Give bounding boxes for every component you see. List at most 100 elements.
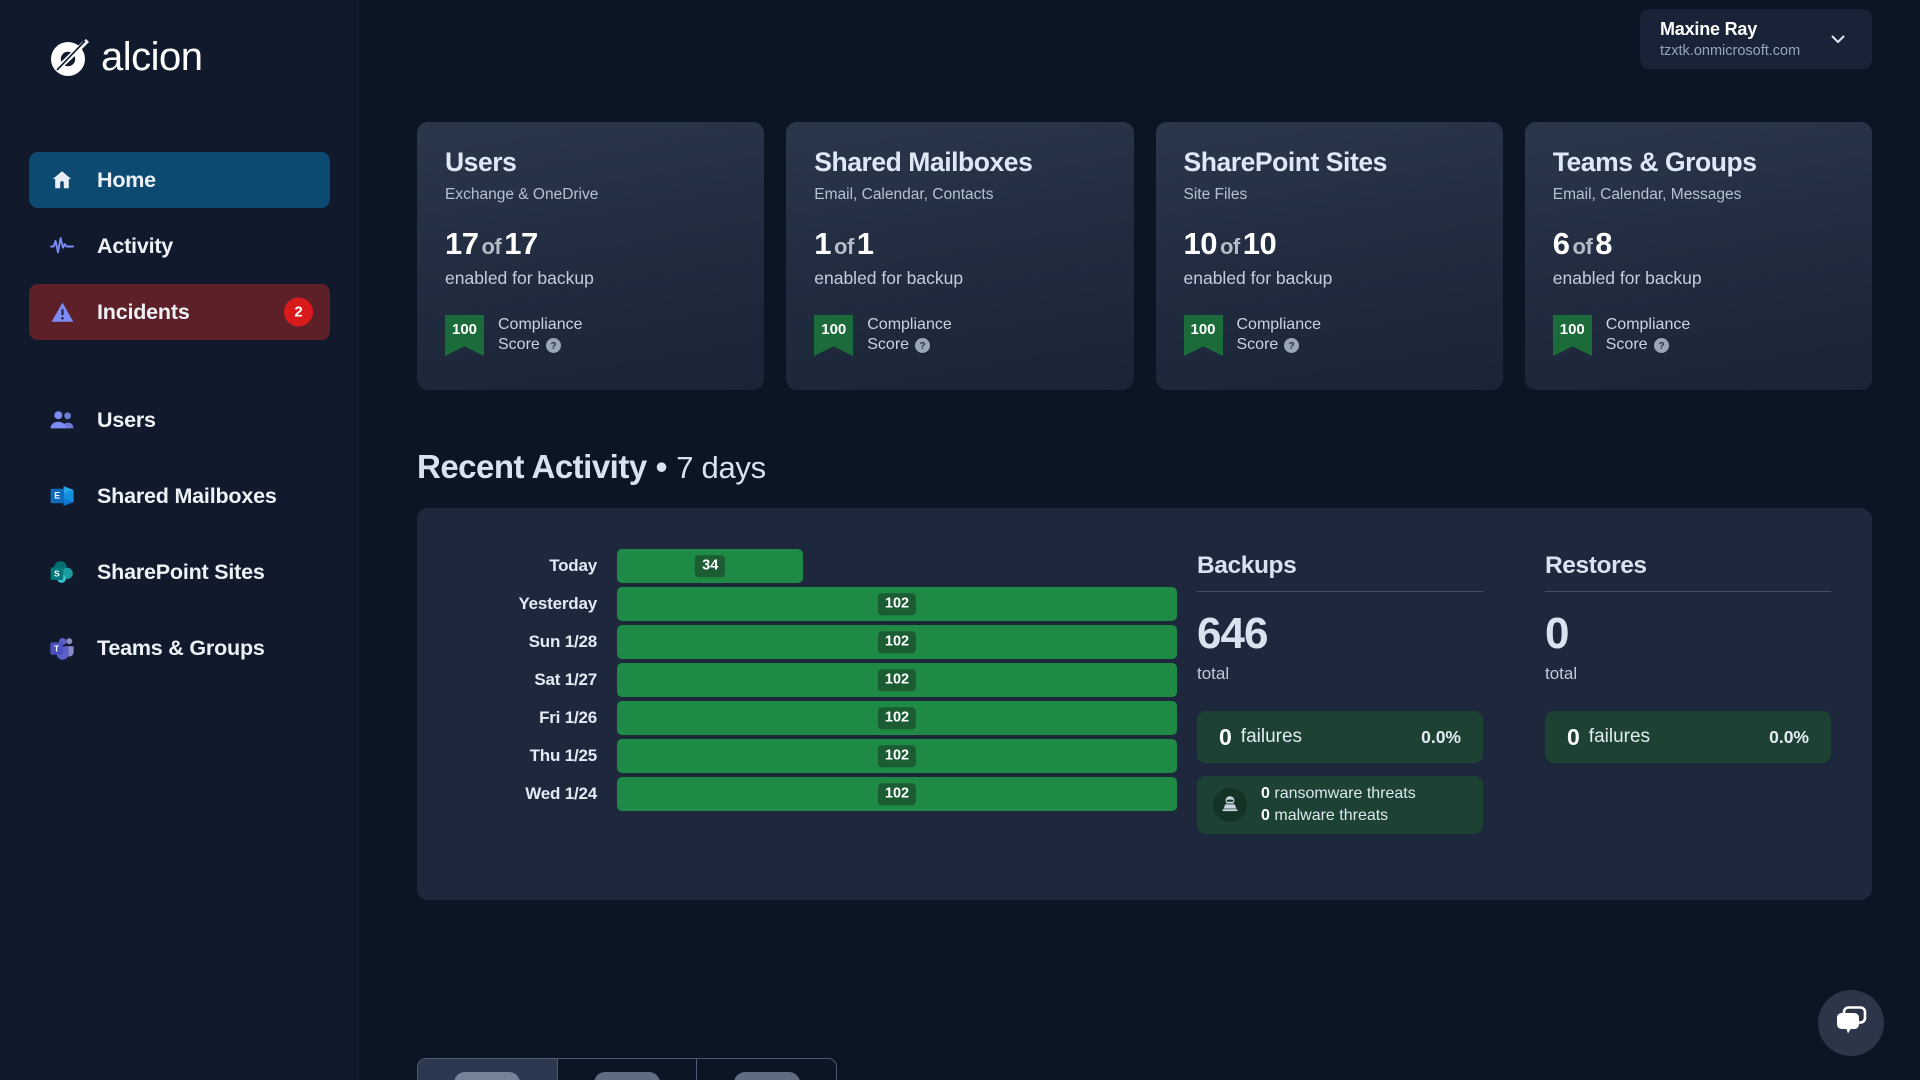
svg-text:E: E <box>54 491 60 501</box>
backups-summary: Backups 646 total 0 failures 0.0% 0 rans… <box>1197 548 1483 900</box>
chart-row[interactable]: Today 34 <box>472 548 1177 585</box>
chart-track: 102 <box>617 739 1177 774</box>
sidebar-item-home[interactable]: Home <box>29 152 330 208</box>
ransomware-threat-line: 0 ransomware threats <box>1261 784 1416 804</box>
account-menu-button[interactable]: Maxine Ray tzxtk.onmicrosoft.com <box>1640 9 1872 69</box>
card-count-enabled: 6 <box>1552 225 1570 261</box>
chart-category-label: Fri 1/26 <box>539 708 597 728</box>
stat-card-teams-groups[interactable]: Teams & Groups Email, Calendar, Messages… <box>1524 122 1872 390</box>
account-info: Maxine Ray tzxtk.onmicrosoft.com <box>1660 19 1800 59</box>
card-title: Shared Mailboxes <box>814 147 1033 177</box>
bottom-tab-3[interactable] <box>697 1059 836 1080</box>
sidebar-item-label: Incidents <box>97 299 190 324</box>
card-title: Users <box>445 147 517 177</box>
recent-activity-title: Recent Activity <box>417 448 647 485</box>
chart-category-label: Sun 1/28 <box>528 632 598 652</box>
sidebar-primary-nav: Home Activity Incidents 2 <box>0 152 359 340</box>
card-count-total: 10 <box>1242 225 1277 261</box>
bottom-tab-pill <box>594 1072 660 1080</box>
sharepoint-icon: S <box>49 559 75 585</box>
backups-title: Backups <box>1197 552 1483 592</box>
chart-row[interactable]: Sat 1/27 102 <box>472 662 1177 699</box>
sidebar-item-users[interactable]: Users <box>29 392 330 448</box>
brand-logo[interactable]: alcion <box>0 0 359 92</box>
restores-failures-box[interactable]: 0 failures 0.0% <box>1545 711 1831 763</box>
chart-row[interactable]: Thu 1/25 102 <box>472 738 1177 775</box>
compliance-ribbon-icon: 100 <box>814 314 854 356</box>
ransomware-label: ransomware threats <box>1274 785 1416 802</box>
compliance-ribbon-icon: 100 <box>445 314 484 356</box>
backups-failures-box[interactable]: 0 failures 0.0% <box>1197 711 1483 763</box>
sidebar-item-label: Teams & Groups <box>97 635 265 660</box>
malware-label: malware threats <box>1274 807 1389 824</box>
stat-card-shared-mailboxes[interactable]: Shared Mailboxes Email, Calendar, Contac… <box>786 122 1134 390</box>
card-title: SharePoint Sites <box>1183 147 1388 177</box>
svg-text:?: ? <box>1658 341 1664 352</box>
stat-card-sharepoint-sites[interactable]: SharePoint Sites Site Files 10 of10 enabl… <box>1155 122 1503 390</box>
sidebar-secondary-nav: Users E Shared Mailboxes S SharePoint Si… <box>0 392 359 676</box>
chart-row[interactable]: Yesterday 102 <box>472 586 1177 623</box>
sidebar-item-teams-groups[interactable]: T Teams & Groups <box>29 620 330 676</box>
chart-value-label: 102 <box>877 669 917 691</box>
card-count: 6 of8 <box>1553 228 1872 259</box>
chart-value-label: 102 <box>877 745 917 767</box>
bottom-segmented-control[interactable] <box>417 1058 837 1080</box>
activity-bar-chart: Today 34 Yesterday 102 Sun 1/28 102 Sat … <box>417 548 1177 900</box>
backups-threats-box[interactable]: 0 ransomware threats 0 malware threats <box>1197 776 1483 834</box>
svg-text:?: ? <box>1289 341 1295 352</box>
exchange-icon: E <box>49 483 75 509</box>
compliance-ribbon-icon: 100 <box>1183 314 1223 356</box>
card-count-enabled: 1 <box>814 225 831 261</box>
card-subtitle: Email, Calendar, Contacts <box>814 185 994 203</box>
sidebar-item-shared-mailboxes[interactable]: E Shared Mailboxes <box>29 468 330 524</box>
compliance-label-line2: Score <box>867 336 910 354</box>
bottom-tab-1[interactable] <box>418 1059 558 1080</box>
chart-row[interactable]: Sun 1/28 102 <box>472 624 1177 661</box>
sidebar-item-label: SharePoint Sites <box>97 559 265 584</box>
help-circle-icon[interactable]: ? <box>1284 338 1300 354</box>
chart-track: 102 <box>617 777 1177 812</box>
restores-total-value: 0 <box>1545 609 1569 658</box>
chart-category-label: Thu 1/25 <box>529 746 598 766</box>
card-count: 17 of17 <box>445 228 764 259</box>
chart-row[interactable]: Fri 1/26 102 <box>472 700 1177 737</box>
compliance-label: Compliance Score ? <box>1606 315 1690 356</box>
restores-title: Restores <box>1545 552 1831 592</box>
restores-failures-count: 0 <box>1567 723 1580 750</box>
chart-category-label: Yesterday <box>518 594 597 614</box>
incidents-count-badge: 2 <box>284 297 313 327</box>
bottom-tab-pill <box>454 1072 521 1080</box>
stat-card-users[interactable]: Users Exchange & OneDrive 17 of17 enabled… <box>417 122 765 390</box>
sidebar-item-label: Activity <box>97 233 174 258</box>
warning-triangle-icon <box>49 299 75 325</box>
recent-activity-heading: Recent Activity • 7 days <box>417 448 1920 486</box>
activity-pulse-icon <box>49 233 75 259</box>
help-circle-icon[interactable]: ? <box>545 338 561 354</box>
help-circle-icon[interactable]: ? <box>915 338 931 354</box>
chart-value-label: 102 <box>877 593 917 615</box>
home-icon <box>49 167 75 193</box>
summary-cards: Users Exchange & OneDrive 17 of17 enabled… <box>359 122 1920 390</box>
brand-name: alcion <box>101 35 203 79</box>
bottom-tab-2[interactable] <box>558 1059 698 1080</box>
sidebar-item-sharepoint-sites[interactable]: S SharePoint Sites <box>29 544 330 600</box>
sidebar-item-incidents[interactable]: Incidents 2 <box>29 284 330 340</box>
chart-category-label: Sat 1/27 <box>534 670 597 690</box>
compliance-label-line1: Compliance <box>1236 315 1321 333</box>
svg-text:S: S <box>54 569 60 579</box>
help-circle-icon[interactable]: ? <box>1653 338 1669 354</box>
card-subtitle: Exchange & OneDrive <box>445 185 599 203</box>
chat-support-button[interactable] <box>1818 990 1884 1056</box>
chart-track: 102 <box>617 663 1177 698</box>
teams-icon: T <box>49 635 75 661</box>
compliance-score-value: 100 <box>821 321 847 339</box>
chart-row[interactable]: Wed 1/24 102 <box>472 776 1177 813</box>
chart-track: 102 <box>617 587 1177 622</box>
account-tenant: tzxtk.onmicrosoft.com <box>1660 43 1801 59</box>
sidebar: alcion Home Activity Incidents 2 Users E… <box>0 0 359 1080</box>
compliance-score-value: 100 <box>451 321 478 339</box>
card-count: 1 of1 <box>814 228 1133 259</box>
restores-failures-pct: 0.0% <box>1769 726 1809 747</box>
card-count-total: 8 <box>1595 225 1613 261</box>
sidebar-item-activity[interactable]: Activity <box>29 218 330 274</box>
